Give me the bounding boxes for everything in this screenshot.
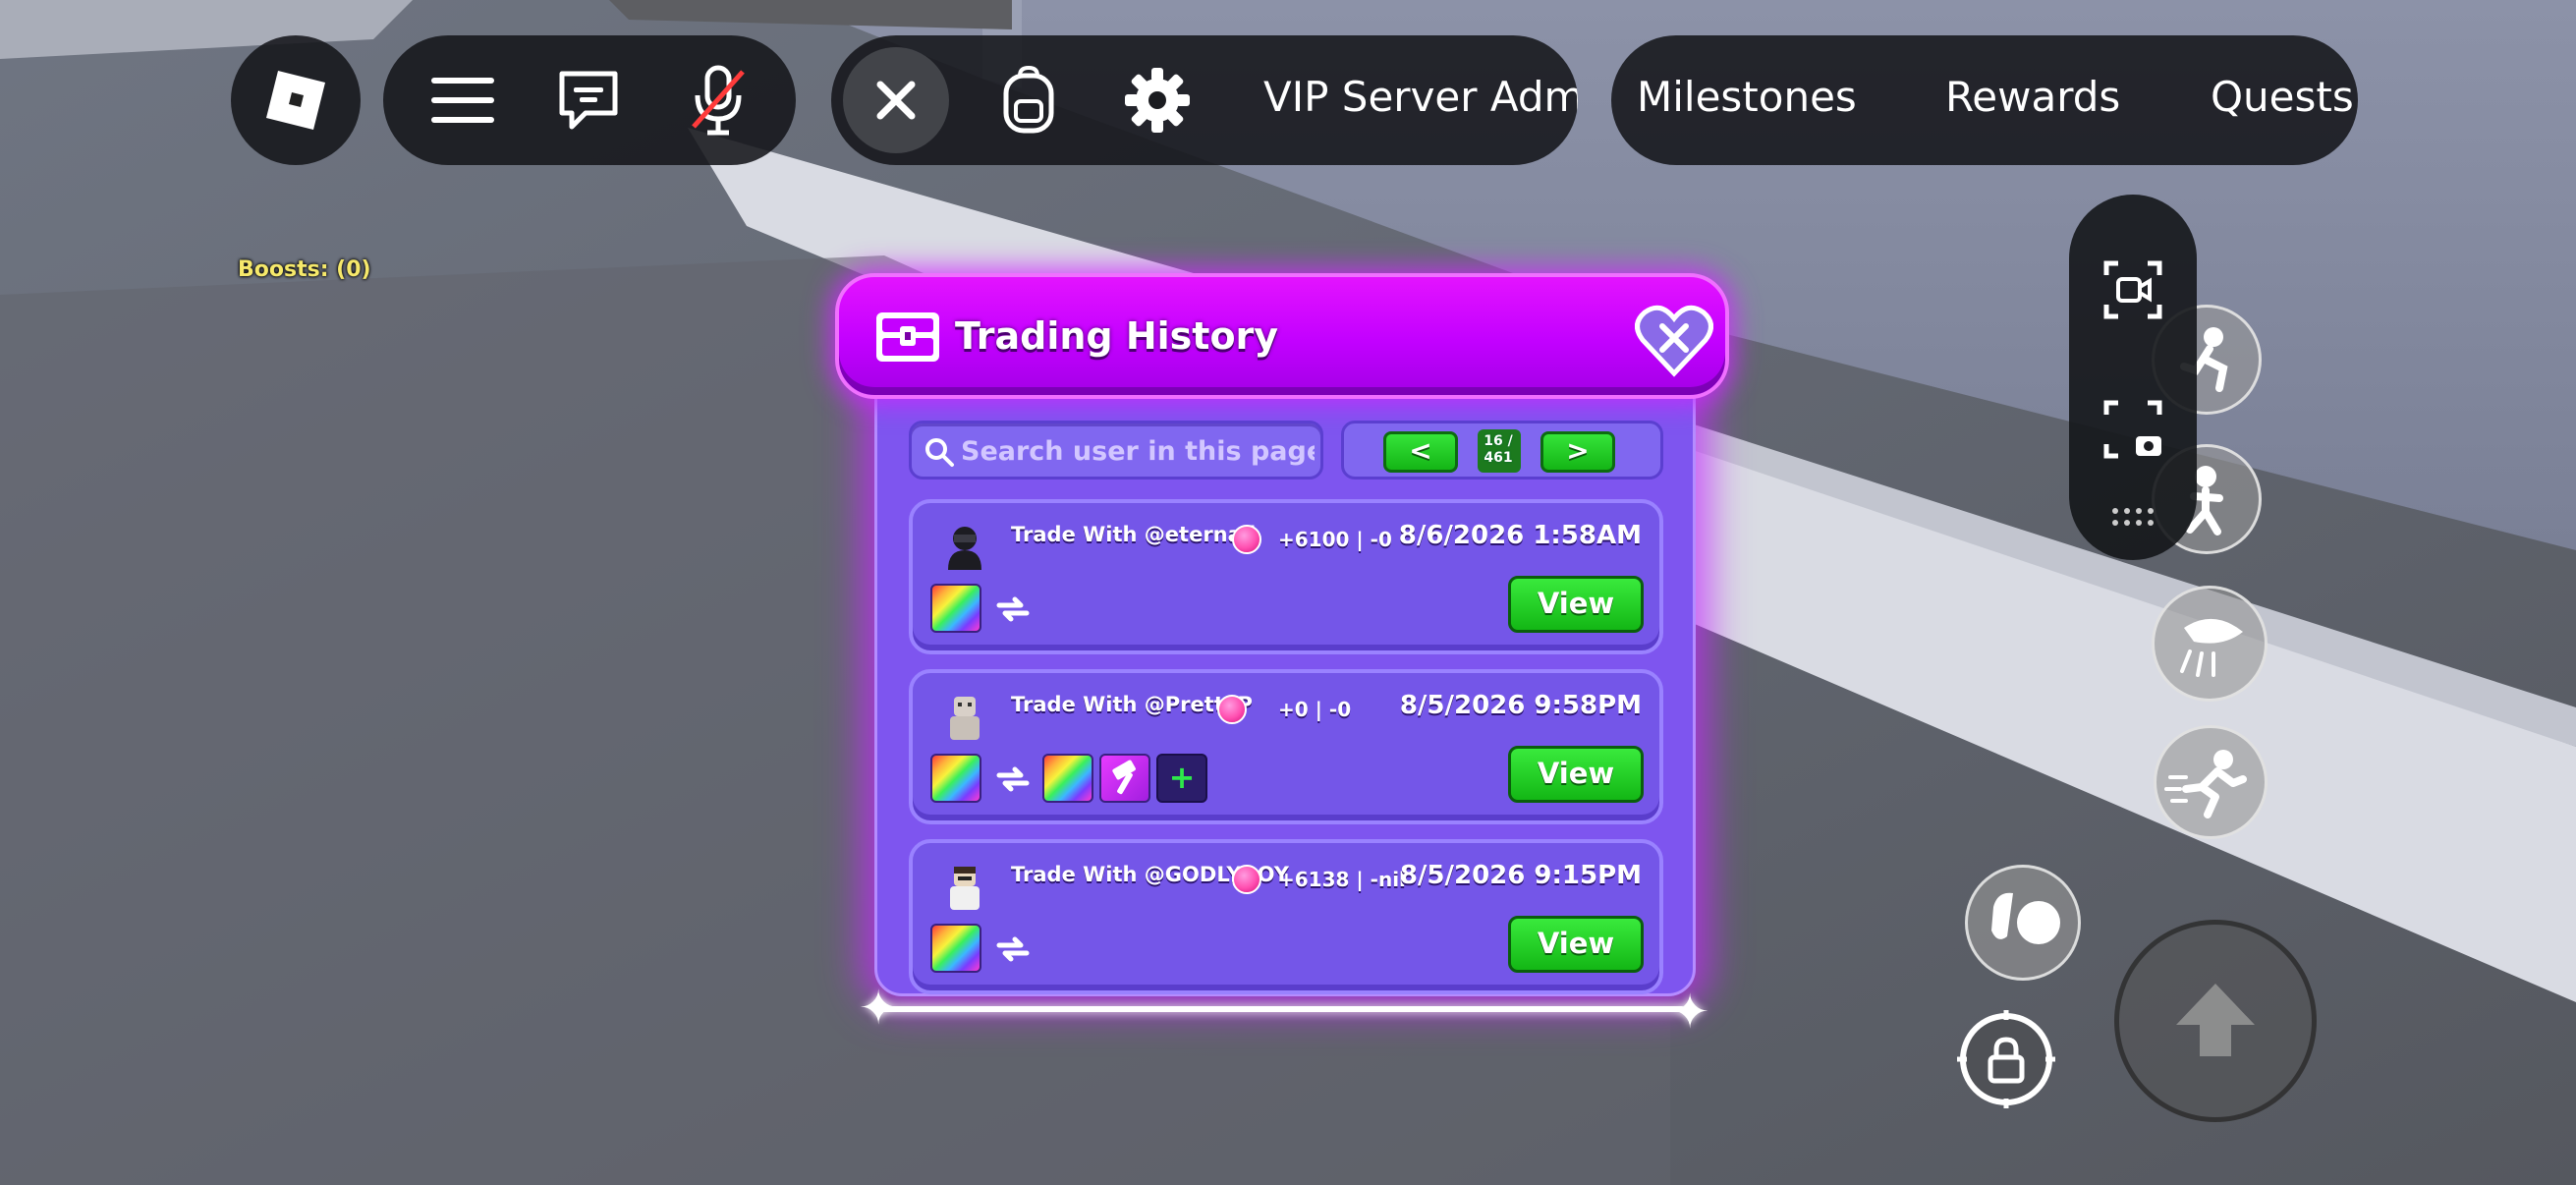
gem-icon bbox=[1232, 525, 1261, 554]
trade-item-icon bbox=[1099, 754, 1150, 803]
quests-button[interactable]: Quests bbox=[2211, 73, 2354, 121]
avatar bbox=[950, 697, 980, 740]
shift-lock-button[interactable] bbox=[1957, 1006, 2055, 1108]
view-trade-button[interactable]: View bbox=[1508, 916, 1644, 973]
trade-date: 8/5/2026 9:58PM bbox=[1399, 691, 1642, 720]
settings-button[interactable] bbox=[1122, 65, 1193, 136]
sparkle-icon: ✦ bbox=[859, 981, 899, 1036]
wave-emote-button[interactable] bbox=[1965, 865, 2081, 981]
trade-date: 8/5/2026 9:15PM bbox=[1399, 861, 1642, 890]
trade-item-icon bbox=[930, 584, 981, 633]
hamburger-menu-button[interactable] bbox=[428, 71, 497, 130]
wave-icon bbox=[1991, 892, 2060, 944]
swap-arrows-icon bbox=[996, 596, 1030, 622]
jump-button[interactable] bbox=[2114, 920, 2317, 1122]
roblox-logo-icon bbox=[266, 71, 325, 130]
screenshot-icon bbox=[2103, 400, 2162, 459]
heart-close-icon bbox=[1635, 305, 1713, 377]
hamburger-menu-icon bbox=[431, 78, 494, 123]
search-box bbox=[909, 421, 1323, 480]
boosts-label: Boosts: (0) bbox=[238, 257, 371, 282]
page-count: 16 / 461 bbox=[1484, 433, 1513, 466]
panel-header: Trading History bbox=[835, 273, 1729, 399]
search-icon bbox=[925, 438, 954, 467]
screenshot-button[interactable] bbox=[2102, 399, 2163, 460]
drag-handle[interactable] bbox=[2110, 505, 2156, 529]
chat-icon bbox=[559, 71, 618, 130]
vip-server-admin-button[interactable]: VIP Server Adm bbox=[1263, 73, 1578, 121]
close-panel-button[interactable] bbox=[1635, 303, 1713, 377]
swap-arrows-icon bbox=[996, 766, 1030, 792]
sprint-button[interactable] bbox=[2154, 725, 2268, 839]
roblox-menu-button[interactable] bbox=[231, 35, 361, 165]
trade-row: Trade With @PrettyP +0 | -0 8/5/2026 9:5… bbox=[909, 669, 1663, 824]
lock-icon bbox=[1957, 1010, 2055, 1108]
dash-button[interactable] bbox=[2152, 586, 2268, 702]
capture-toolbar bbox=[2069, 195, 2197, 560]
trade-partner: Trade With @eternall bbox=[1011, 523, 1257, 546]
trade-row: Trade With @GODLYBOY +6138 | -nil 8/5/20… bbox=[909, 839, 1663, 994]
gem-icon bbox=[1217, 695, 1247, 724]
microphone-toggle[interactable] bbox=[684, 63, 753, 138]
trade-item-icon bbox=[1042, 754, 1093, 803]
backpack-icon bbox=[1003, 66, 1054, 134]
milestones-button[interactable]: Milestones bbox=[1637, 73, 1857, 121]
trade-row: Trade With @eternall +6100 | -0 8/6/2026… bbox=[909, 499, 1663, 654]
up-arrow-icon bbox=[2176, 984, 2255, 1056]
trade-item-icon bbox=[930, 754, 981, 803]
chest-icon bbox=[876, 312, 939, 362]
trade-value-diff: +6100 | -0 bbox=[1278, 528, 1392, 551]
trading-history-panel: ✦ ✦ Trading History < 16 / 461 > bbox=[835, 273, 1729, 1040]
trade-item-icon bbox=[930, 924, 981, 973]
panel-title: Trading History bbox=[955, 314, 1279, 358]
hammer-icon bbox=[1112, 760, 1136, 795]
add-item-button[interactable]: + bbox=[1156, 754, 1207, 803]
view-trade-button[interactable]: View bbox=[1508, 576, 1644, 633]
microphone-muted-icon bbox=[692, 65, 745, 136]
trade-date: 8/6/2026 1:58AM bbox=[1398, 521, 1642, 550]
top-actions-group: VIP Server Adm bbox=[831, 35, 1578, 165]
sprint-icon bbox=[2164, 750, 2247, 818]
avatar bbox=[948, 527, 981, 570]
panel-bottom-edge bbox=[879, 1006, 1685, 1012]
next-page-button[interactable]: > bbox=[1540, 431, 1615, 473]
rewards-button[interactable]: Rewards bbox=[1945, 73, 2120, 121]
top-menu-tabs: Milestones Rewards Quests bbox=[1611, 35, 2358, 165]
record-video-button[interactable] bbox=[2102, 259, 2163, 320]
previous-page-button[interactable]: < bbox=[1383, 431, 1458, 473]
grip-dots-icon bbox=[2112, 508, 2154, 526]
backpack-button[interactable] bbox=[994, 65, 1063, 136]
close-button[interactable] bbox=[843, 47, 949, 153]
swap-arrows-icon bbox=[996, 936, 1030, 962]
trade-value-diff: +0 | -0 bbox=[1278, 698, 1352, 721]
trade-value-diff: +6138 | -nil bbox=[1278, 868, 1406, 891]
video-capture-icon bbox=[2103, 260, 2162, 319]
gem-icon bbox=[1232, 865, 1261, 894]
trade-partner: Trade With @PrettyP bbox=[1011, 693, 1253, 716]
sparkle-icon: ✦ bbox=[1670, 985, 1710, 1040]
chat-button[interactable] bbox=[554, 69, 623, 132]
pager: < 16 / 461 > bbox=[1341, 421, 1663, 480]
menu-chat-mic-group bbox=[383, 35, 796, 165]
view-trade-button[interactable]: View bbox=[1508, 746, 1644, 803]
avatar bbox=[950, 867, 980, 910]
search-input[interactable] bbox=[961, 431, 1315, 471]
close-icon bbox=[876, 81, 916, 120]
gear-icon bbox=[1125, 68, 1190, 133]
dash-icon bbox=[2180, 618, 2243, 677]
